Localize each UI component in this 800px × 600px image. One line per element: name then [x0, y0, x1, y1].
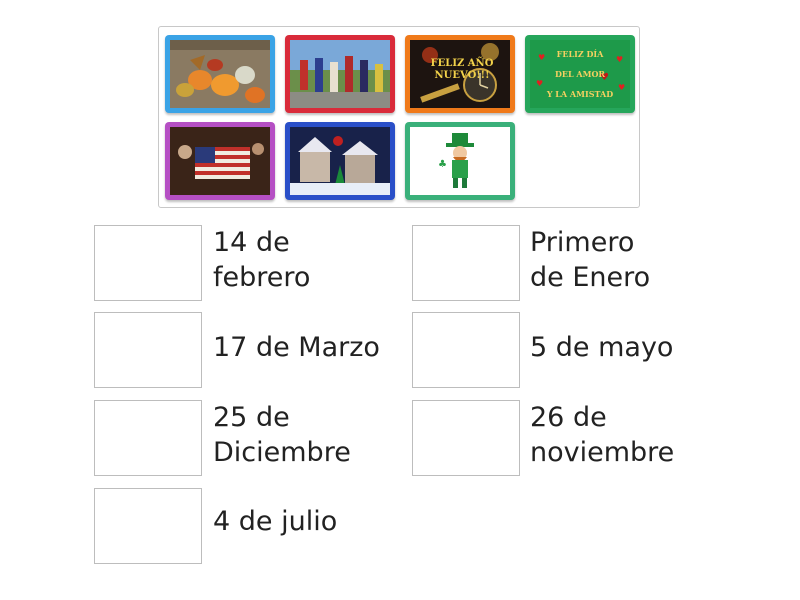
tile-valentines[interactable]: ♥ ♥ ♥ ♥ ♥ FELIZ DÍA DEL AMOR Y LA AMISTA…	[525, 35, 635, 113]
cinco-de-mayo-parade-image	[290, 40, 390, 108]
target-label-5: 25 de Diciembre	[213, 400, 351, 470]
target-label-7-line-1: 4 de julio	[213, 506, 338, 537]
tile-cinco-de-mayo[interactable]	[285, 35, 395, 113]
target-label-1-line-1: 14 de	[213, 227, 290, 258]
drop-slot-7[interactable]	[94, 488, 202, 564]
tile-new-year[interactable]: FELIZ AÑO NUEVO!!!	[405, 35, 515, 113]
christmas-scene-image	[290, 127, 390, 195]
svg-text:♣: ♣	[438, 159, 447, 170]
valentines-caption-line-2: DEL AMOR	[554, 69, 606, 79]
target-label-2-line-1: Primero	[530, 227, 635, 258]
target-label-4-line-1: 5 de mayo	[530, 332, 674, 363]
thanksgiving-pumpkins-image	[170, 40, 270, 108]
target-label-7: 4 de julio	[213, 504, 337, 539]
drop-slot-5[interactable]	[94, 400, 202, 476]
new-year-caption: FELIZ AÑO NUEVO!!!	[430, 58, 494, 81]
target-label-1: 14 de febrero	[213, 225, 310, 295]
target-label-1-line-2: febrero	[213, 262, 311, 293]
target-label-4: 5 de mayo	[530, 330, 673, 365]
target-label-6-line-2: noviembre	[530, 437, 675, 468]
valentines-caption-line-3: Y LA AMISTAD	[546, 89, 614, 99]
new-year-clock-image: FELIZ AÑO NUEVO!!!	[410, 40, 510, 108]
target-label-2-line-2: de Enero	[530, 262, 651, 293]
betsy-ross-flag-image	[170, 127, 270, 195]
target-label-6: 26 de noviembre	[530, 400, 674, 470]
target-label-5-line-1: 25 de	[213, 402, 290, 433]
tile-christmas[interactable]	[285, 122, 395, 200]
target-label-3: 17 de Marzo	[213, 330, 380, 365]
target-label-6-line-1: 26 de	[530, 402, 607, 433]
tile-thanksgiving[interactable]	[165, 35, 275, 113]
drop-slot-1[interactable]	[94, 225, 202, 301]
drop-slot-3[interactable]	[94, 312, 202, 388]
target-label-5-line-2: Diciembre	[213, 437, 351, 468]
drop-slot-4[interactable]	[412, 312, 520, 388]
target-label-3-line-1: 17 de Marzo	[213, 332, 380, 363]
valentines-caption-line-1: FELIZ DÍA	[556, 49, 604, 59]
target-label-2: Primero de Enero	[530, 225, 650, 295]
valentines-card-image: ♥ ♥ ♥ ♥ ♥ FELIZ DÍA DEL AMOR Y LA AMISTA…	[530, 40, 630, 108]
image-tile-tray: FELIZ AÑO NUEVO!!! ♥ ♥ ♥ ♥ ♥ FELIZ DÍA D…	[158, 26, 640, 208]
leprechaun-image: ♣	[410, 127, 510, 195]
tile-st-patricks[interactable]: ♣	[405, 122, 515, 200]
drop-slot-2[interactable]	[412, 225, 520, 301]
drop-slot-6[interactable]	[412, 400, 520, 476]
tile-independence-day[interactable]	[165, 122, 275, 200]
